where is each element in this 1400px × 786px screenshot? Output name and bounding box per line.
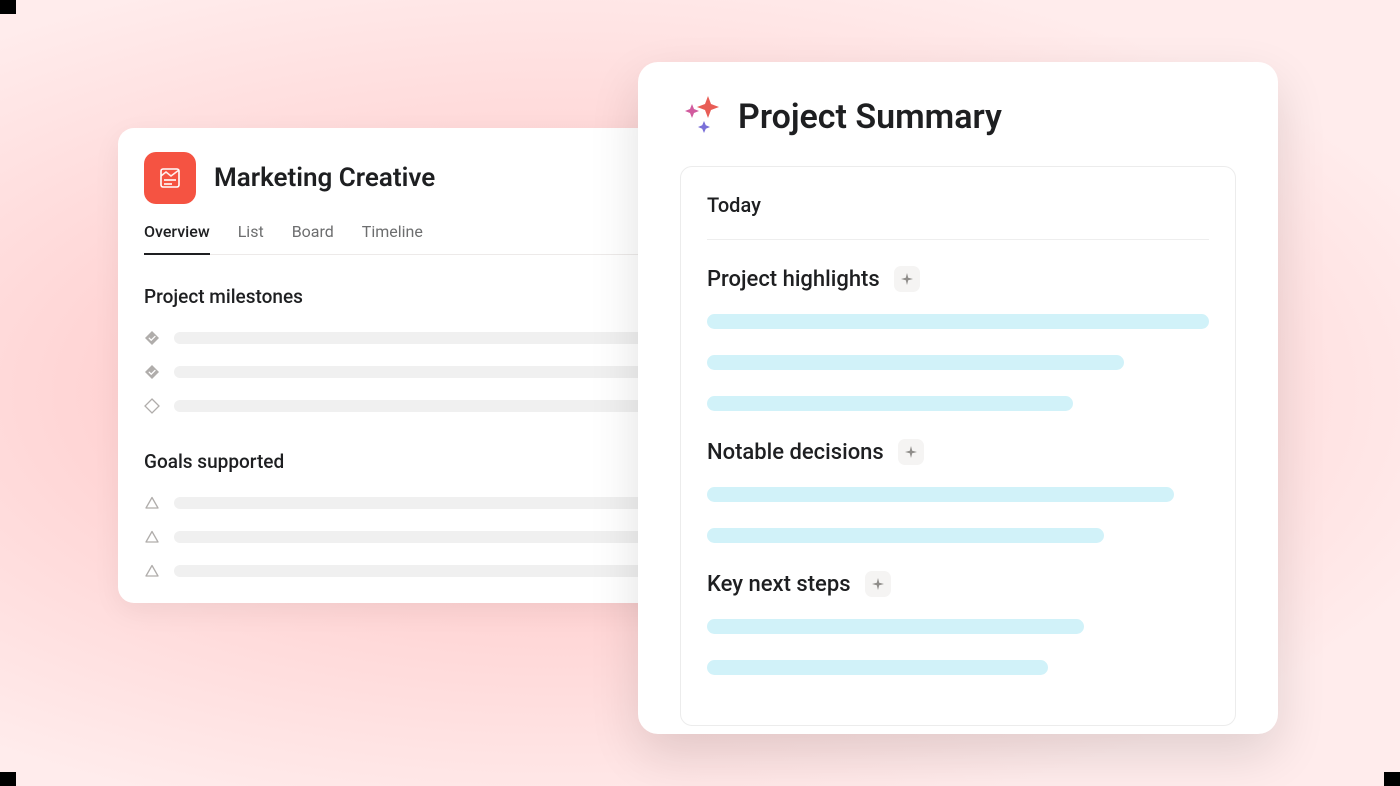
placeholder-line [707,355,1124,370]
milestone-row [144,330,682,346]
placeholder-line [707,660,1048,675]
goals-heading: Goals supported [144,450,682,473]
summary-date: Today [707,193,1209,240]
placeholder-line [174,366,682,378]
placeholder-line [174,332,682,344]
project-icon [144,152,196,204]
summary-section-decisions: Notable decisions [707,439,1209,543]
goal-row [144,563,682,579]
milestone-complete-icon [144,330,160,346]
placeholder-line [174,400,682,412]
project-card: Marketing Creative Overview List Board T… [118,128,708,603]
tab-list[interactable]: List [238,222,264,254]
placeholder-line [174,497,682,509]
placeholder-line [707,314,1209,329]
ai-sparkles-icon [680,94,722,140]
sparkle-icon [898,439,924,465]
milestone-complete-icon [144,364,160,380]
project-header: Marketing Creative [144,152,682,204]
tab-timeline[interactable]: Timeline [362,222,423,254]
goal-icon [144,495,160,511]
placeholder-line [174,531,682,543]
placeholder-line [707,528,1104,543]
tab-board[interactable]: Board [292,222,334,254]
project-title: Marketing Creative [214,163,435,193]
tab-overview[interactable]: Overview [144,222,210,255]
milestone-row [144,398,682,414]
summary-section-title: Notable decisions [707,440,884,465]
summary-section-next-steps: Key next steps [707,571,1209,675]
goal-icon [144,563,160,579]
summary-title: Project Summary [738,97,1002,137]
placeholder-line [707,396,1073,411]
summary-header: Project Summary [680,94,1236,140]
goal-row [144,495,682,511]
sparkle-icon [865,571,891,597]
project-summary-card: Project Summary Today Project highlights… [638,62,1278,734]
milestone-row [144,364,682,380]
project-tabs: Overview List Board Timeline [144,222,682,255]
summary-section-title: Key next steps [707,572,851,597]
summary-body: Today Project highlights Notable decisio… [680,166,1236,726]
milestone-open-icon [144,398,160,414]
sparkle-icon [894,266,920,292]
placeholder-line [174,565,682,577]
summary-section-title: Project highlights [707,267,880,292]
goal-icon [144,529,160,545]
summary-section-highlights: Project highlights [707,266,1209,411]
placeholder-line [707,619,1084,634]
goal-row [144,529,682,545]
placeholder-line [707,487,1174,502]
milestones-heading: Project milestones [144,285,682,308]
